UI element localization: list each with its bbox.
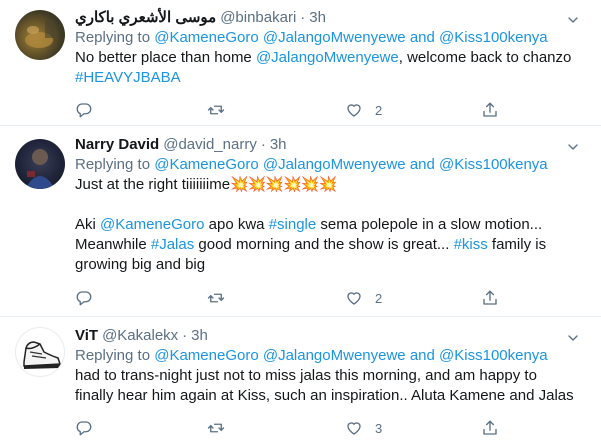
chevron-down-icon[interactable]: [565, 330, 581, 346]
timestamp[interactable]: 3h: [309, 8, 326, 28]
username[interactable]: @binbakari: [220, 8, 296, 28]
username[interactable]: @Kakalekx: [102, 326, 178, 346]
mention-conjunction: and: [409, 347, 435, 364]
share-button[interactable]: [481, 288, 499, 308]
hashtag-link[interactable]: #single: [269, 216, 317, 233]
replying-to: Replying to @KameneGoro @JalangoMwenyewe…: [75, 346, 587, 366]
tweet[interactable]: Narry David @david_narry · 3h Replying t…: [0, 127, 601, 317]
timestamp[interactable]: 3h: [270, 135, 287, 155]
tweet-text: Just at the right tiiiiiiime💥💥💥💥💥💥 Aki @…: [75, 175, 587, 275]
tweet-text: No better place than home @JalangoMwenye…: [75, 48, 587, 88]
text-segment: good morning and the show is great...: [194, 236, 454, 253]
tweet-header: موسى الأشعري باكاري @binbakari · 3h: [75, 8, 587, 28]
text-segment: sema polepole in a slow motion...: [316, 216, 543, 233]
mention-conjunction: and: [409, 156, 435, 173]
tweet-actions: 3: [75, 418, 505, 438]
avatar[interactable]: [15, 10, 65, 60]
share-icon: [481, 101, 499, 119]
mention-link[interactable]: @KameneGoro: [154, 347, 258, 364]
tweet[interactable]: موسى الأشعري باكاري @binbakari · 3h Repl…: [0, 0, 601, 126]
collision-emoji: 💥💥💥💥💥💥: [230, 176, 337, 193]
mention-link[interactable]: @Kiss100kenya: [439, 29, 548, 46]
separator-dot: ·: [260, 136, 266, 153]
text-segment: No better place than home: [75, 49, 256, 66]
mention-link[interactable]: @KameneGoro: [154, 156, 258, 173]
reply-icon: [75, 289, 93, 307]
mention-link[interactable]: @JalangoMwenyewe: [263, 29, 406, 46]
tweet[interactable]: ViT @Kakalekx · 3h Replying to @KameneGo…: [0, 318, 601, 447]
tweet-header: Narry David @david_narry · 3h: [75, 135, 587, 155]
like-count: 3: [375, 420, 383, 436]
hashtag-link[interactable]: #HEAVYJBABA: [75, 69, 181, 86]
tweet-text: had to trans-night just not to miss jala…: [75, 366, 587, 406]
reply-button[interactable]: [75, 100, 93, 120]
share-button[interactable]: [481, 418, 499, 438]
retweet-button[interactable]: [207, 418, 225, 438]
mention-link[interactable]: @Kiss100kenya: [439, 156, 548, 173]
avatar[interactable]: [15, 139, 65, 189]
replying-to: Replying to @KameneGoro @JalangoMwenyewe…: [75, 28, 587, 48]
text-segment: had to trans-night just not to miss jala…: [75, 367, 537, 384]
replying-to-label: Replying to: [75, 156, 151, 173]
replying-to: Replying to @KameneGoro @JalangoMwenyewe…: [75, 155, 587, 175]
heart-icon: [345, 289, 363, 307]
text-segment: growing big and big: [75, 256, 206, 273]
reply-icon: [75, 419, 93, 437]
avatar-image: [25, 20, 55, 48]
mention-link[interactable]: @KameneGoro: [154, 29, 258, 46]
tweet-actions: 2: [75, 288, 505, 308]
display-name[interactable]: ViT: [75, 326, 98, 346]
reply-button[interactable]: [75, 288, 93, 308]
display-name[interactable]: موسى الأشعري باكاري: [75, 8, 216, 28]
mention-link[interactable]: @JalangoMwenyewe: [263, 156, 406, 173]
username[interactable]: @david_narry: [163, 135, 257, 155]
separator-dot: ·: [182, 327, 188, 344]
avatar-image: [25, 149, 55, 189]
tweet-header: ViT @Kakalekx · 3h: [75, 326, 587, 346]
heart-icon: [345, 101, 363, 119]
replying-to-label: Replying to: [75, 29, 151, 46]
reply-icon: [75, 101, 93, 119]
like-button[interactable]: 3: [345, 418, 382, 438]
text-segment: , welcome back to chanzo: [398, 49, 572, 66]
like-button[interactable]: 2: [345, 100, 382, 120]
text-segment: family is: [487, 236, 547, 253]
text-segment: finally hear him again at Kiss, such an …: [75, 387, 574, 404]
share-icon: [481, 289, 499, 307]
hashtag-link[interactable]: #Jalas: [151, 236, 194, 253]
text-segment: Aki: [75, 216, 101, 233]
tweet-actions: 2: [75, 100, 505, 120]
text-segment: apo kwa: [204, 216, 269, 233]
retweet-icon: [207, 419, 225, 437]
separator-dot: ·: [300, 9, 306, 26]
like-count: 2: [375, 102, 383, 118]
display-name[interactable]: Narry David: [75, 135, 159, 155]
text-segment: Just at the right tiiiiiiime: [75, 176, 231, 193]
like-count: 2: [375, 290, 383, 306]
timestamp[interactable]: 3h: [191, 326, 208, 346]
share-icon: [481, 419, 499, 437]
retweet-icon: [207, 101, 225, 119]
retweet-button[interactable]: [207, 100, 225, 120]
mention-link[interactable]: @JalangoMwenyewe: [256, 49, 399, 66]
avatar[interactable]: [15, 327, 65, 377]
mention-link[interactable]: @KameneGoro: [100, 216, 204, 233]
hashtag-link[interactable]: #kiss: [454, 236, 488, 253]
text-segment: Meanwhile: [75, 236, 151, 253]
replying-to-label: Replying to: [75, 347, 151, 364]
retweet-icon: [207, 289, 225, 307]
heart-icon: [345, 419, 363, 437]
like-button[interactable]: 2: [345, 288, 382, 308]
mention-conjunction: and: [409, 29, 435, 46]
mention-link[interactable]: @JalangoMwenyewe: [263, 347, 406, 364]
retweet-button[interactable]: [207, 288, 225, 308]
chevron-down-icon[interactable]: [565, 139, 581, 155]
mention-link[interactable]: @Kiss100kenya: [439, 347, 548, 364]
sneaker-icon: [23, 341, 62, 369]
share-button[interactable]: [481, 100, 499, 120]
reply-button[interactable]: [75, 418, 93, 438]
chevron-down-icon[interactable]: [565, 12, 581, 28]
